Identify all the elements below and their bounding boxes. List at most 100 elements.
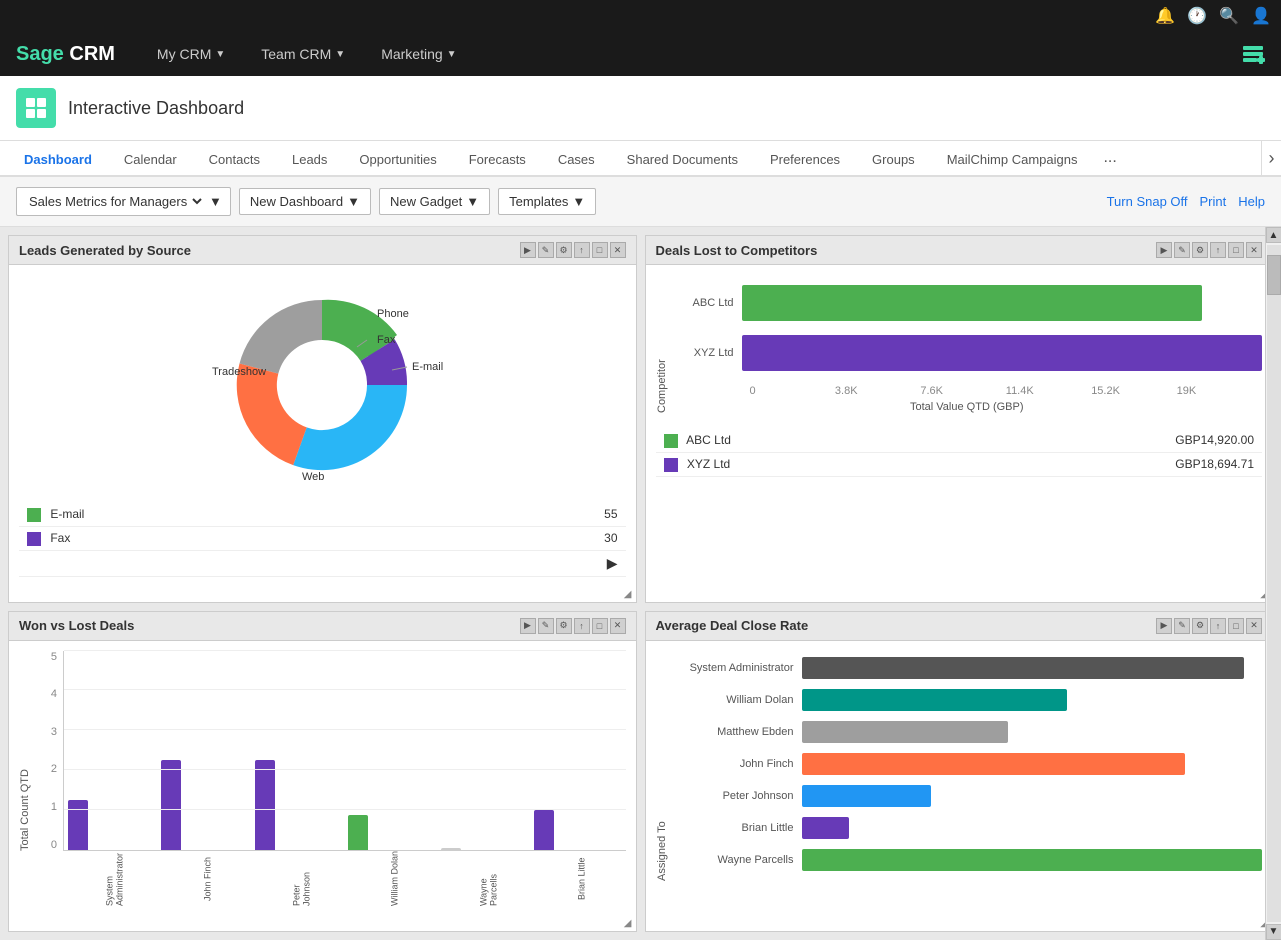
gadget4-settings[interactable]: ⚙ [1192,618,1208,634]
hbar-row-peterjohnson: Peter Johnson [672,785,1263,807]
y4: 4 [51,688,57,700]
bar-group-sysadmin [68,800,155,850]
axis-3.8k: 3.8K [835,385,920,397]
gadget2-resize[interactable]: ◢ [646,587,1273,602]
gadget1-edit[interactable]: ✎ [538,242,554,258]
gadget3-close[interactable]: ✕ [610,618,626,634]
gadget1-up[interactable]: ↑ [574,242,590,258]
svg-text:Tradeshow: Tradeshow [212,366,266,378]
user-icon[interactable]: 👤 [1251,6,1271,26]
tab-cases[interactable]: Cases [542,144,611,177]
tab-shared-documents[interactable]: Shared Documents [611,144,754,177]
gadget2-expand[interactable]: □ [1228,242,1244,258]
gadget1-settings[interactable]: ⚙ [556,242,572,258]
tab-mailchimp[interactable]: MailChimp Campaigns [931,144,1094,177]
dropdown-arrow: ▼ [209,194,222,209]
tab-forecasts[interactable]: Forecasts [453,144,542,177]
tab-leads[interactable]: Leads [276,144,343,177]
tabs-scroll-right[interactable]: › [1261,141,1281,175]
nav-bar: Sage CRM My CRM ▼ Team CRM ▼ Marketing ▼ [0,32,1281,76]
tab-dashboard[interactable]: Dashboard [8,144,108,177]
search-icon[interactable]: 🔍 [1219,6,1239,26]
scrollbar-up[interactable]: ▲ [1266,227,1281,243]
gadget3-yaxis-title: Total Count QTD [19,651,31,851]
new-dashboard-arrow: ▼ [347,194,360,209]
tab-preferences[interactable]: Preferences [754,144,856,177]
gadget3-settings[interactable]: ⚙ [556,618,572,634]
nav-team-crm[interactable]: Team CRM ▼ [247,40,359,68]
dashboard-dropdown[interactable]: Sales Metrics for Managers [25,193,205,210]
gadget4-header: Average Deal Close Rate ▶ ✎ ⚙ ↑ □ ✕ [646,612,1273,641]
legend-color-email [27,508,41,522]
tab-contacts[interactable]: Contacts [193,144,276,177]
bar-label-xyz: XYZ Ltd [672,347,742,359]
gadget1-close[interactable]: ✕ [610,242,626,258]
tab-groups[interactable]: Groups [856,144,931,177]
xlabel-peterjohnson: Peter Johnson [258,851,345,906]
scrollbar-thumb[interactable] [1267,255,1281,295]
gadget1-resize[interactable]: ◢ [9,587,636,602]
gadget4-chart: Assigned To System Administrator William… [656,657,1263,881]
gadget3-controls: ▶ ✎ ⚙ ↑ □ ✕ [520,618,626,634]
bar-wayneparcells [441,848,461,850]
grid-line-2 [64,769,626,770]
hbar-label-sysadmin: System Administrator [672,662,802,674]
legend-more-arrow[interactable]: ▶ [607,555,618,571]
turn-snap-link[interactable]: Turn Snap Off [1107,194,1188,209]
hbar-label-johnfinch: John Finch [672,758,802,770]
legend-value-abc: GBP14,920.00 [939,429,1262,452]
dashboard-select[interactable]: Sales Metrics for Managers ▼ [16,187,231,216]
templates-button[interactable]: Templates ▼ [498,188,596,215]
gadget2-edit[interactable]: ✎ [1174,242,1190,258]
tab-opportunities[interactable]: Opportunities [343,144,452,177]
svg-text:Fax: Fax [377,334,396,346]
xlabel-sysadmin: System Administrator [71,851,158,906]
gadget4-resize[interactable]: ◢ [646,916,1273,931]
gadget2-up[interactable]: ↑ [1210,242,1226,258]
gadget2-play[interactable]: ▶ [1156,242,1172,258]
hbar-row-mattheweben: Matthew Ebden [672,721,1263,743]
gadget1-expand[interactable]: □ [592,242,608,258]
bar-abc [742,285,1203,321]
gadget3-edit[interactable]: ✎ [538,618,554,634]
hbar-brianlittle [802,817,849,839]
gadget2-settings[interactable]: ⚙ [1192,242,1208,258]
gadget3-expand[interactable]: □ [592,618,608,634]
svg-text:E-mail: E-mail [412,361,443,373]
gadget3-resize[interactable]: ◢ [9,916,636,931]
gadget3-play[interactable]: ▶ [520,618,536,634]
gadget1-title: Leads Generated by Source [19,243,191,258]
gadget2-close[interactable]: ✕ [1246,242,1262,258]
gadget4-close[interactable]: ✕ [1246,618,1262,634]
tab-calendar[interactable]: Calendar [108,144,193,177]
hbar-row-brianlittle: Brian Little [672,817,1263,839]
bell-icon[interactable]: 🔔 [1155,6,1175,26]
scrollbar[interactable]: ▲ ▼ [1265,227,1281,940]
gadget3-title: Won vs Lost Deals [19,618,134,633]
gadget2-legend: ABC Ltd GBP14,920.00 XYZ Ltd GBP18,694.7… [656,429,1263,477]
gadget1-play[interactable]: ▶ [520,242,536,258]
gadget-deal-close-rate: Average Deal Close Rate ▶ ✎ ⚙ ↑ □ ✕ Assi… [645,611,1274,932]
help-link[interactable]: Help [1238,194,1265,209]
scrollbar-down[interactable]: ▼ [1266,924,1281,940]
new-dashboard-button[interactable]: New Dashboard ▼ [239,188,371,215]
new-gadget-button[interactable]: New Gadget ▼ [379,188,490,215]
nav-my-crm[interactable]: My CRM ▼ [143,40,239,68]
gadget4-edit[interactable]: ✎ [1174,618,1190,634]
gadget4-expand[interactable]: □ [1228,618,1244,634]
clock-icon[interactable]: 🕐 [1187,6,1207,26]
gadget1-controls: ▶ ✎ ⚙ ↑ □ ✕ [520,242,626,258]
tab-more[interactable]: ... [1093,141,1126,175]
bar-xyz [742,335,1263,371]
gadget3-up[interactable]: ↑ [574,618,590,634]
hbar-label-williamdolan: William Dolan [672,694,802,706]
new-item-button[interactable] [1241,42,1265,66]
legend-value-fax: 30 [452,526,625,550]
gadget4-up[interactable]: ↑ [1210,618,1226,634]
hbar-sysadmin [802,657,1245,679]
print-link[interactable]: Print [1200,194,1227,209]
gadget4-play[interactable]: ▶ [1156,618,1172,634]
nav-marketing[interactable]: Marketing ▼ [367,40,470,68]
legend-row-abc: ABC Ltd GBP14,920.00 [656,429,1263,452]
gadget-won-lost: Won vs Lost Deals ▶ ✎ ⚙ ↑ □ ✕ Total Coun… [8,611,637,932]
